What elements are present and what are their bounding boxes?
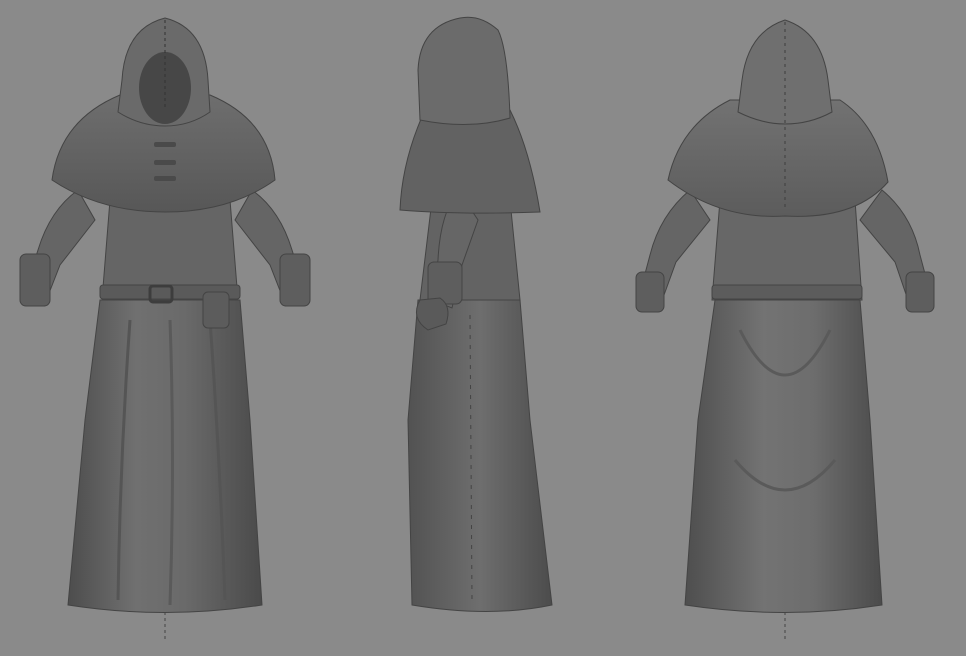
belt-pouch <box>202 291 230 329</box>
left-cuff <box>19 253 51 307</box>
shoulder-cape <box>399 109 541 214</box>
hooded-robe-back-view <box>635 19 935 640</box>
hood <box>417 16 511 125</box>
hooded-robe-front-view <box>19 17 311 640</box>
right-cuff <box>279 253 311 307</box>
sculpt-viewport[interactable] <box>0 0 966 656</box>
right-cuff <box>905 271 935 313</box>
robe-skirt <box>407 299 553 612</box>
left-cuff <box>635 271 665 313</box>
belt <box>711 284 863 300</box>
robe-skirt <box>67 299 263 613</box>
robe-skirt <box>684 299 883 613</box>
hooded-robe-side-view <box>399 16 553 612</box>
cuff <box>427 261 463 305</box>
